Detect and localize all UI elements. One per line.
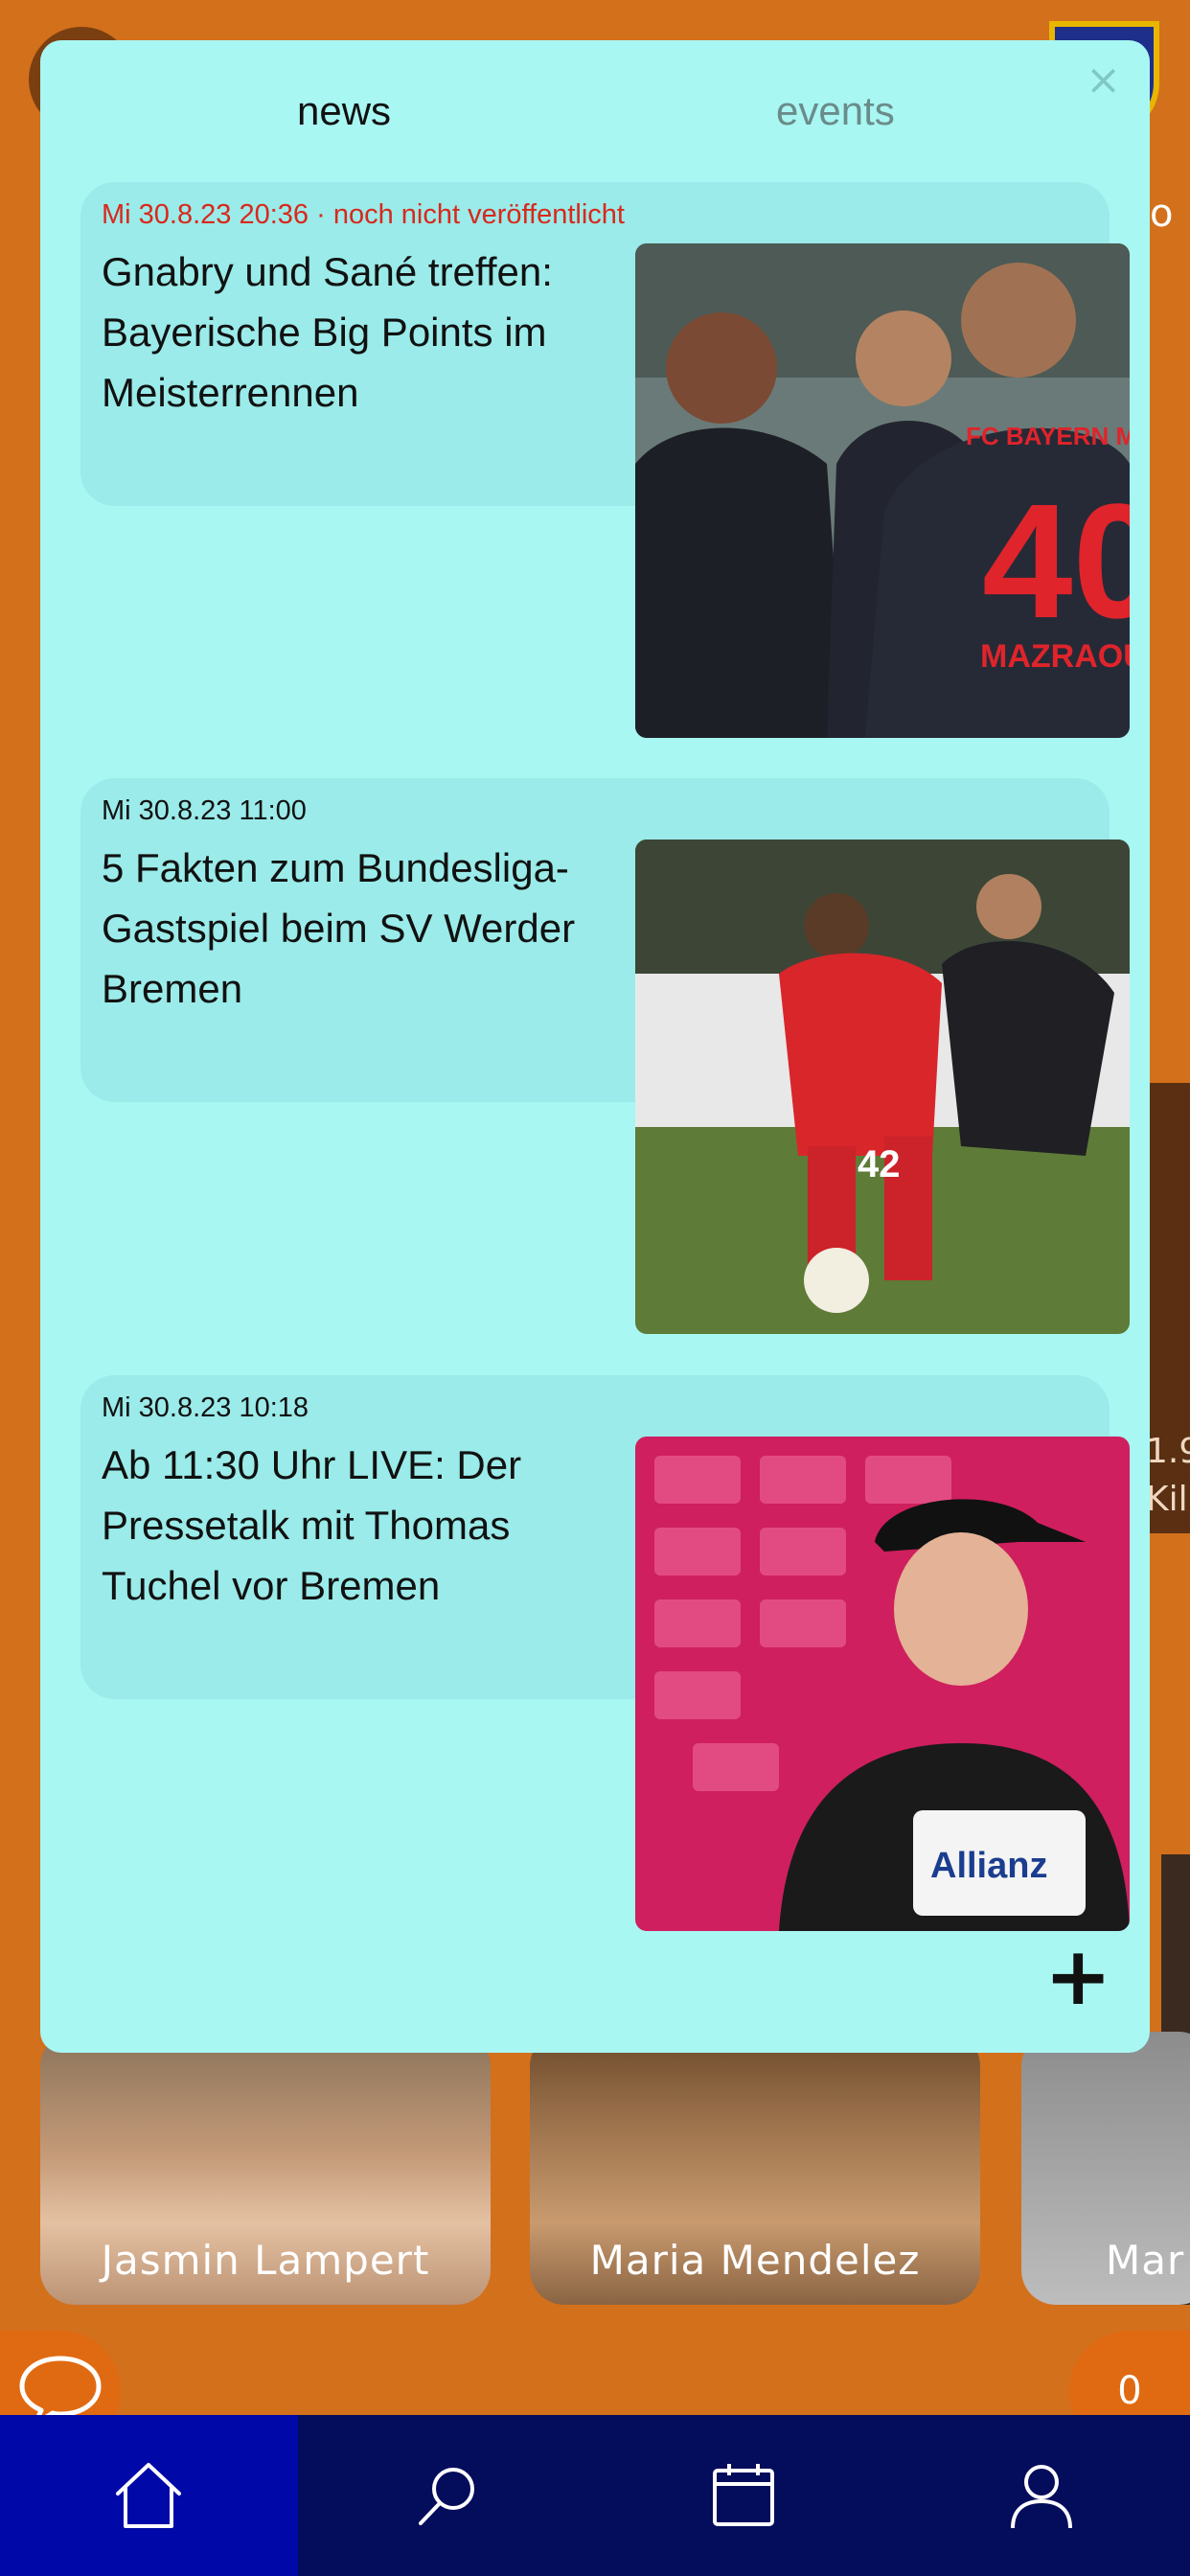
jersey-number: 42: [858, 1143, 901, 1185]
person-name: Mar: [1106, 2237, 1185, 2284]
tab-news[interactable]: news: [297, 88, 391, 134]
jersey-number: 40: [982, 471, 1130, 653]
background-partial-text: o: [1150, 192, 1174, 236]
players-celebrating-image: FC BAYERN MÜNCHE 40 MAZRAOUI: [635, 243, 1130, 738]
person-name: Maria Mendelez: [589, 2237, 921, 2284]
nav-profile[interactable]: [893, 2415, 1190, 2576]
news-image: 42: [635, 840, 1130, 1334]
sponsor-text: Allianz: [930, 1846, 1047, 1886]
nav-home[interactable]: [0, 2415, 298, 2576]
nav-search[interactable]: [298, 2415, 596, 2576]
press-conference-image: Allianz: [635, 1437, 1130, 1931]
nav-calendar[interactable]: [595, 2415, 893, 2576]
background-event-text: 1.9. Kili: [1146, 1432, 1190, 1519]
person-card[interactable]: Jasmin Lampert: [40, 2032, 491, 2305]
home-icon: [116, 2463, 182, 2528]
news-image: FC BAYERN MÜNCHE 40 MAZRAOUI: [635, 243, 1130, 738]
calendar-icon: [713, 2464, 775, 2526]
news-modal: × news events Mi 30.8.23 20:36 · noch ni…: [40, 40, 1150, 2053]
news-date: Mi 30.8.23 20:36 · noch nicht veröffentl…: [102, 199, 625, 230]
person-card[interactable]: Mar: [1021, 2032, 1190, 2305]
person-name: Jasmin Lampert: [101, 2237, 430, 2284]
add-news-button[interactable]: +: [1044, 1936, 1111, 2016]
jersey-club-text: FC BAYERN MÜNCHE: [966, 422, 1130, 450]
news-image: Allianz: [635, 1437, 1130, 1931]
person-card[interactable]: Maria Mendelez: [530, 2032, 980, 2305]
news-date: Mi 30.8.23 10:18: [102, 1392, 309, 1423]
profile-icon: [1010, 2465, 1072, 2529]
tab-bar: news events: [40, 88, 1150, 155]
search-icon: [418, 2468, 474, 2525]
news-date: Mi 30.8.23 11:00: [102, 795, 307, 826]
tab-events[interactable]: events: [776, 88, 895, 134]
bottom-navigation: [0, 2415, 1190, 2576]
news-title: Gnabry und Sané treffen: Bayerische Big …: [102, 249, 553, 415]
match-action-image: 42: [635, 840, 1130, 1334]
news-title: Ab 11:30 Uhr LIVE: Der Pressetalk mit Th…: [102, 1442, 522, 1608]
news-title: 5 Fakten zum Bundesliga-Gastspiel beim S…: [102, 845, 576, 1011]
jersey-name: MAZRAOUI: [980, 638, 1130, 675]
